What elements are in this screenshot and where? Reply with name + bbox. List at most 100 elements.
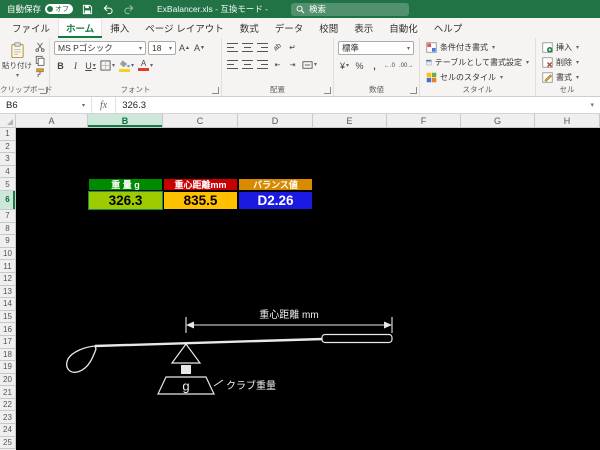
- row-header-18[interactable]: 18: [0, 349, 16, 362]
- row-header-12[interactable]: 12: [0, 273, 16, 286]
- row-header-19[interactable]: 19: [0, 361, 16, 374]
- comma-style-button[interactable]: ,: [368, 59, 381, 72]
- align-left-button[interactable]: [226, 58, 239, 71]
- bold-button[interactable]: B: [54, 59, 67, 72]
- save-button[interactable]: [80, 2, 94, 16]
- cell-D5[interactable]: バランス値: [238, 178, 313, 191]
- tab-file[interactable]: ファイル: [4, 18, 58, 38]
- decrease-indent-button[interactable]: ⇤: [271, 58, 284, 71]
- row-header-7[interactable]: 7: [0, 210, 16, 223]
- column-header-g[interactable]: G: [461, 114, 535, 127]
- cell-styles-button[interactable]: セルのスタイル ▾: [424, 70, 531, 84]
- redo-button[interactable]: [122, 2, 136, 16]
- wrap-text-button[interactable]: ↵: [286, 41, 299, 54]
- increase-decimal-button[interactable]: ←.0: [383, 59, 396, 72]
- row-header-25[interactable]: 25: [0, 437, 16, 450]
- number-dialog-launcher[interactable]: [410, 87, 417, 94]
- cell-B6[interactable]: 326.3: [88, 191, 163, 210]
- insert-cells-button[interactable]: 挿入 ▾: [540, 41, 594, 55]
- font-name-combo[interactable]: MS Pゴシック ▾: [54, 41, 146, 55]
- orientation-button[interactable]: ab: [268, 38, 286, 56]
- select-all-button[interactable]: [0, 114, 16, 127]
- tab-insert[interactable]: 挿入: [102, 18, 137, 38]
- align-top-button[interactable]: [226, 41, 239, 54]
- row-header-22[interactable]: 22: [0, 399, 16, 412]
- clipboard-dialog-launcher[interactable]: [40, 87, 47, 94]
- row-header-24[interactable]: 24: [0, 424, 16, 437]
- cell-D6[interactable]: D2.26: [238, 191, 313, 210]
- row-header-13[interactable]: 13: [0, 286, 16, 299]
- format-as-table-button[interactable]: テーブルとして書式設定 ▾: [424, 56, 531, 70]
- paste-button[interactable]: 貼り付け ▾: [4, 41, 30, 84]
- row-header-9[interactable]: 9: [0, 235, 16, 248]
- fill-color-button[interactable]: ▾: [118, 59, 135, 72]
- tab-review[interactable]: 校閲: [311, 18, 346, 38]
- name-box[interactable]: B6 ▾: [0, 97, 92, 113]
- number-format-combo[interactable]: 標準 ▾: [338, 41, 414, 55]
- row-header-23[interactable]: 23: [0, 411, 16, 424]
- row-header-16[interactable]: 16: [0, 323, 16, 336]
- tab-view[interactable]: 表示: [346, 18, 381, 38]
- conditional-formatting-button[interactable]: 条件付き書式 ▾: [424, 41, 531, 55]
- row-header-17[interactable]: 17: [0, 336, 16, 349]
- font-dialog-launcher[interactable]: [212, 87, 219, 94]
- percent-style-button[interactable]: %: [353, 59, 366, 72]
- align-middle-button[interactable]: [241, 41, 254, 54]
- row-header-14[interactable]: 14: [0, 298, 16, 311]
- autosave-toggle[interactable]: 自動保存 オフ: [7, 3, 73, 15]
- row-header-4[interactable]: 4: [0, 166, 16, 179]
- search-box[interactable]: 検索: [291, 3, 409, 16]
- column-header-d[interactable]: D: [238, 114, 313, 127]
- font-color-button[interactable]: A ▾: [137, 59, 154, 72]
- row-header-5[interactable]: 5: [0, 178, 16, 191]
- delete-cells-button[interactable]: 削除 ▾: [540, 56, 594, 70]
- tab-home[interactable]: ホーム: [58, 18, 102, 38]
- decrease-decimal-button[interactable]: .00→: [398, 59, 414, 72]
- row-header-1[interactable]: 1: [0, 128, 16, 141]
- row-header-11[interactable]: 11: [0, 260, 16, 273]
- insert-function-button[interactable]: fx: [92, 100, 115, 111]
- align-right-button[interactable]: [256, 58, 269, 71]
- tab-help[interactable]: ヘルプ: [426, 18, 471, 38]
- increase-indent-button[interactable]: ⇥: [286, 58, 299, 71]
- column-header-e[interactable]: E: [313, 114, 387, 127]
- column-header-f[interactable]: F: [387, 114, 461, 127]
- font-size-combo[interactable]: 18 ▾: [148, 41, 176, 55]
- format-painter-button[interactable]: [33, 67, 46, 79]
- row-header-6[interactable]: 6: [0, 191, 16, 210]
- sheet-canvas[interactable]: 重心距離 mm g クラブ重量 重 量 g重心距離mmバランス値326.3835…: [16, 128, 600, 450]
- tab-automate[interactable]: 自動化: [381, 18, 426, 38]
- column-header-a[interactable]: A: [16, 114, 88, 127]
- row-header-8[interactable]: 8: [0, 223, 16, 236]
- column-header-c[interactable]: C: [163, 114, 238, 127]
- row-header-20[interactable]: 20: [0, 374, 16, 387]
- align-center-button[interactable]: [241, 58, 254, 71]
- column-header-b[interactable]: B: [88, 114, 163, 127]
- row-header-21[interactable]: 21: [0, 386, 16, 399]
- decrease-font-size-button[interactable]: A▼: [193, 42, 206, 55]
- row-header-10[interactable]: 10: [0, 248, 16, 261]
- formula-bar-expand-button[interactable]: ▾: [584, 101, 600, 109]
- row-header-2[interactable]: 2: [0, 141, 16, 154]
- formula-input[interactable]: 326.3: [115, 97, 584, 113]
- italic-button[interactable]: I: [69, 59, 82, 72]
- undo-button[interactable]: [101, 2, 115, 16]
- increase-font-size-button[interactable]: A▲: [178, 42, 191, 55]
- merge-center-button[interactable]: ▾: [301, 58, 318, 71]
- row-header-3[interactable]: 3: [0, 153, 16, 166]
- tab-data[interactable]: データ: [267, 18, 312, 38]
- cell-B5[interactable]: 重 量 g: [88, 178, 163, 191]
- cut-button[interactable]: [33, 41, 46, 53]
- cell-C6[interactable]: 835.5: [163, 191, 238, 210]
- borders-button[interactable]: ▾: [99, 59, 116, 72]
- format-cells-button[interactable]: 書式 ▾: [540, 70, 594, 84]
- alignment-dialog-launcher[interactable]: [324, 87, 331, 94]
- copy-button[interactable]: [33, 54, 46, 66]
- column-header-h[interactable]: H: [535, 114, 600, 127]
- tab-formulas[interactable]: 数式: [232, 18, 267, 38]
- row-header-15[interactable]: 15: [0, 311, 16, 324]
- align-bottom-button[interactable]: [256, 41, 269, 54]
- tab-page-layout[interactable]: ページ レイアウト: [137, 18, 231, 38]
- currency-format-button[interactable]: ¥▾: [338, 59, 351, 72]
- underline-button[interactable]: U▾: [84, 59, 97, 72]
